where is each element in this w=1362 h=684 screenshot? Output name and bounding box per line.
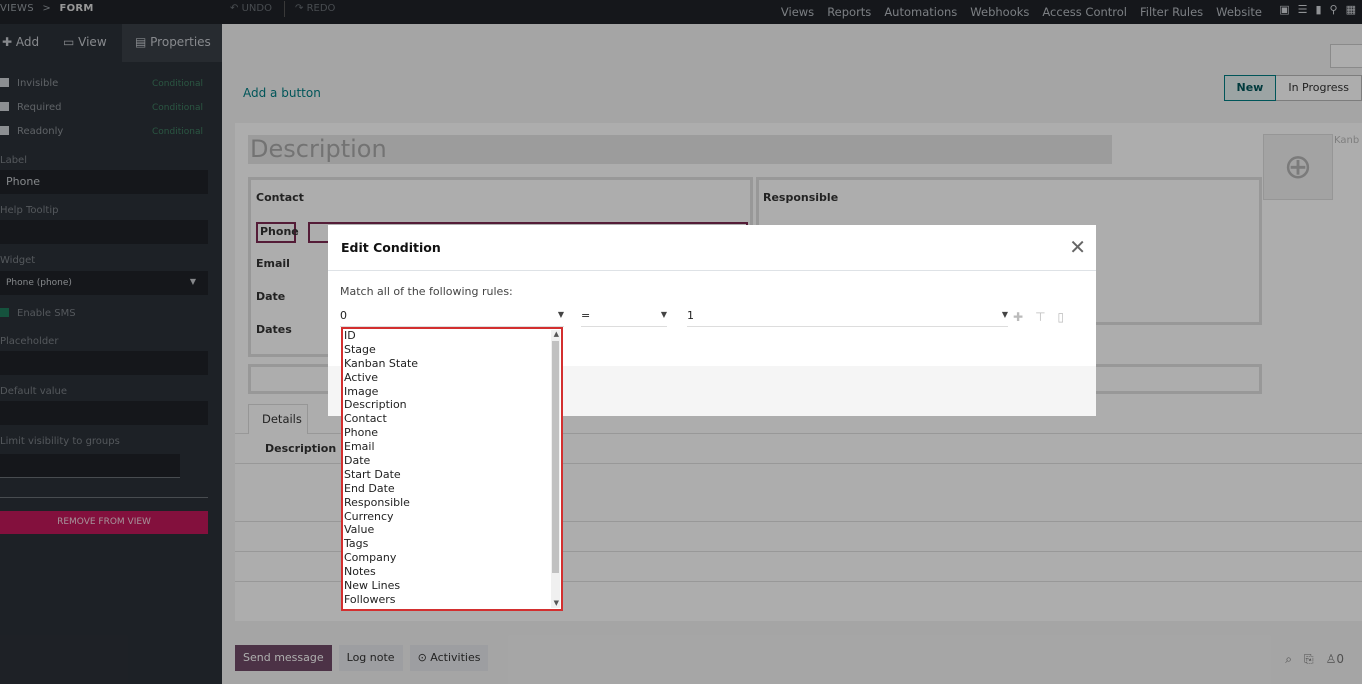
option-tags[interactable]: Tags <box>344 537 552 551</box>
operator-value: = <box>581 309 591 322</box>
option-start-date[interactable]: Start Date <box>344 468 552 482</box>
option-phone[interactable]: Phone <box>344 426 552 440</box>
field-options-list[interactable]: ID Stage Kanban State Active Image Descr… <box>341 327 563 611</box>
option-notes[interactable]: Notes <box>344 565 552 579</box>
option-date[interactable]: Date <box>344 454 552 468</box>
scroll-down-icon[interactable]: ▼ <box>554 599 559 607</box>
chevron-down-icon: ▼ <box>1001 310 1008 319</box>
option-value[interactable]: Value <box>344 523 552 537</box>
field-path-value: 0 <box>340 309 347 322</box>
scroll-up-icon[interactable]: ▲ <box>554 330 559 338</box>
option-new-lines[interactable]: New Lines <box>344 579 552 593</box>
value-value: 1 <box>687 309 694 322</box>
trash-icon[interactable]: ▯ <box>1058 310 1065 324</box>
add-rule-icon[interactable]: ✚ <box>1013 310 1023 324</box>
option-image[interactable]: Image <box>344 385 552 399</box>
value-select[interactable]: 1 ▼ <box>687 309 1008 327</box>
match-rules-text: Match all of the following rules: <box>340 285 513 298</box>
option-end-date[interactable]: End Date <box>344 482 552 496</box>
rule-actions: ✚ ⊤ ▯ <box>1013 310 1064 324</box>
chevron-down-icon: ▼ <box>660 310 667 319</box>
field-path-select[interactable]: 0 ▼ <box>340 309 564 327</box>
option-description[interactable]: Description <box>344 398 552 412</box>
scrollbar-thumb[interactable] <box>552 341 559 573</box>
options-list: ID Stage Kanban State Active Image Descr… <box>344 329 552 607</box>
option-id[interactable]: ID <box>344 329 552 343</box>
option-email[interactable]: Email <box>344 440 552 454</box>
option-currency[interactable]: Currency <box>344 510 552 524</box>
dialog-header: Edit Condition ✕ <box>328 225 1096 271</box>
operator-select[interactable]: = ▼ <box>581 309 667 327</box>
option-contact[interactable]: Contact <box>344 412 552 426</box>
option-followers[interactable]: Followers <box>344 593 552 607</box>
option-stage[interactable]: Stage <box>344 343 552 357</box>
close-icon[interactable]: ✕ <box>1069 235 1086 259</box>
option-active[interactable]: Active <box>344 371 552 385</box>
option-kanban-state[interactable]: Kanban State <box>344 357 552 371</box>
add-branch-icon[interactable]: ⊤ <box>1035 310 1045 324</box>
chevron-down-icon: ▼ <box>557 310 564 319</box>
option-responsible[interactable]: Responsible <box>344 496 552 510</box>
option-company[interactable]: Company <box>344 551 552 565</box>
dialog-title: Edit Condition <box>341 240 441 255</box>
